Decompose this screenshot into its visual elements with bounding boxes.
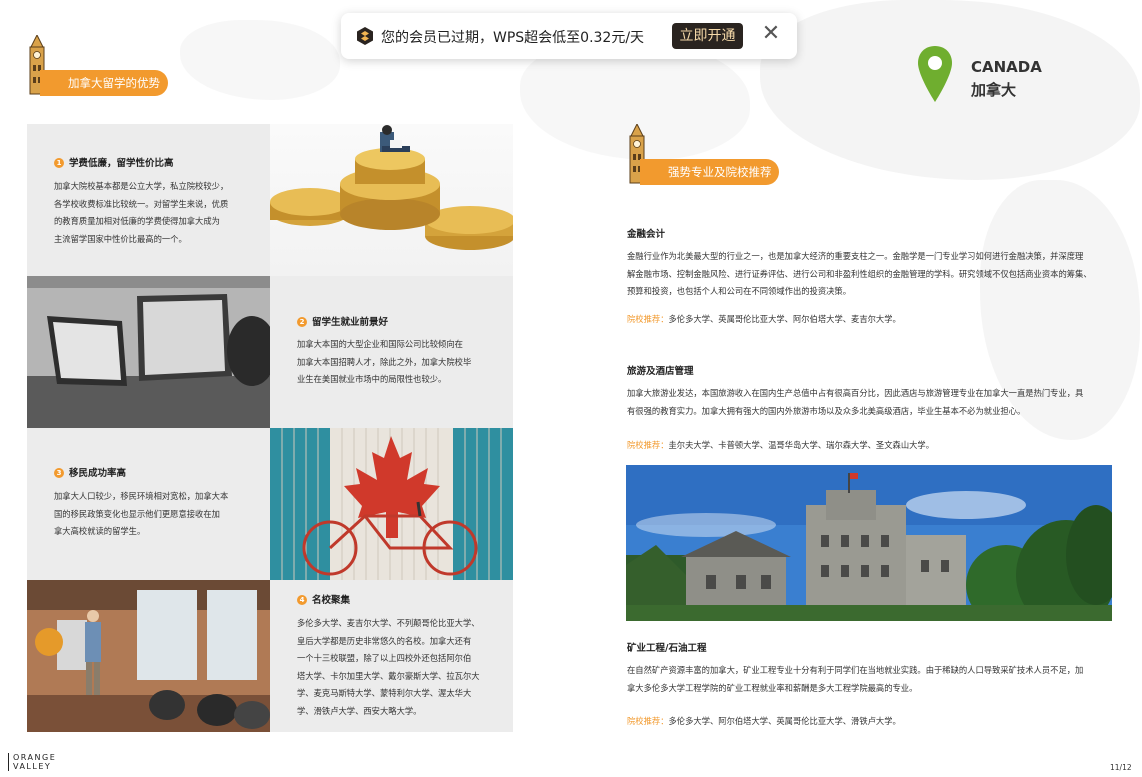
notification-message: 您的会员已过期，WPS超会低至0.32元/天	[381, 30, 645, 46]
major-title: 旅游及酒店管理	[627, 366, 694, 377]
advantage-body: 加拿大本国的大型企业和国际公司比较倾向在 加拿大本国招聘人才，除此之外，加拿大院校…	[297, 339, 472, 384]
wps-logo-icon	[357, 27, 373, 45]
footer-logo-line1: ORANGE	[13, 753, 57, 762]
advantage-title: 4 名校聚集	[297, 592, 350, 606]
photo-coins-reader	[270, 124, 513, 276]
advantage-card-2: 2 留学生就业前景好 加拿大本国的大型企业和国际公司比较倾向在 加拿大本国招聘人才，…	[270, 276, 513, 428]
advantage-card-3: 3 移民成功率高 加拿大人口较少，移民环境相对宽松，加拿大本 国的移民政策变化也显示…	[27, 428, 270, 580]
photo-laptop-work	[27, 276, 270, 428]
advantage-body: 多伦多大学、麦吉尔大学、不列颠哥伦比亚大学、 皇后大学都是历史非常悠久的名校。加拿…	[297, 618, 480, 716]
photo-canada-flag-bicycle	[270, 428, 513, 580]
major-title: 金融会计	[627, 229, 666, 240]
major-recommendation: 院校推荐：圭尔夫大学、卡普顿大学、温哥华岛大学、瑞尔森大学、圣文森山大学。	[627, 440, 935, 450]
major-recommendation: 院校推荐：多伦多大学、英属哥伦比亚大学、阿尔伯塔大学、麦吉尔大学。	[627, 314, 901, 324]
canada-label-cn: 加拿大	[971, 81, 1017, 99]
canada-label-en: CANADA	[971, 58, 1042, 76]
advantage-card-1: 1 学费低廉，留学性价比高 加拿大院校基本都是公立大学，私立院校较少， 各学校收费标…	[27, 124, 270, 276]
footer-logo: ORANGE VALLEY	[8, 753, 56, 771]
right-section-title: 强势专业及院校推荐	[640, 159, 779, 185]
close-icon[interactable]: ✕	[759, 22, 783, 46]
photo-office-meeting	[27, 580, 270, 732]
left-section-title: 加拿大留学的优势	[40, 70, 168, 96]
advantage-title: 3 移民成功率高	[54, 465, 126, 479]
activate-button[interactable]: 立即开通	[672, 23, 743, 49]
footer-logo-line2: VALLEY	[13, 762, 52, 771]
page-number: 11/12	[1110, 763, 1132, 772]
major-body: 金融行业作为北美最大型的行业之一，也是加拿大经济的重要支柱之一。金融学是一门专业…	[627, 251, 1092, 296]
map-background	[180, 20, 340, 100]
advantage-card-4: 4 名校聚集 多伦多大学、麦吉尔大学、不列颠哥伦比亚大学、 皇后大学都是历史非常悠久…	[270, 580, 513, 732]
photo-castle	[626, 465, 1112, 621]
membership-notification: 您的会员已过期，WPS超会低至0.32元/天 立即开通 ✕	[341, 13, 797, 59]
major-title: 矿业工程/石油工程	[627, 643, 707, 654]
major-body: 加拿大旅游业发达，本国旅游收入在国内生产总值中占有很高百分比，因此酒店与旅游管理…	[627, 388, 1084, 416]
advantage-body: 加拿大人口较少，移民环境相对宽松，加拿大本 国的移民政策变化也显示他们更愿意接收在…	[54, 491, 229, 536]
major-recommendation: 院校推荐：多伦多大学、阿尔伯塔大学、英属哥伦比亚大学、滑铁卢大学。	[627, 716, 901, 726]
advantage-body: 加拿大院校基本都是公立大学，私立院校较少， 各学校收费标准比较统一。对留学生来说，…	[54, 181, 229, 244]
major-body: 在自然矿产资源丰富的加拿大，矿业工程专业十分有利于同学们在当地就业实践。由于稀缺…	[627, 665, 1084, 693]
advantage-title: 2 留学生就业前景好	[297, 314, 388, 328]
location-pin-icon	[918, 46, 952, 102]
advantage-title: 1 学费低廉，留学性价比高	[54, 155, 174, 169]
